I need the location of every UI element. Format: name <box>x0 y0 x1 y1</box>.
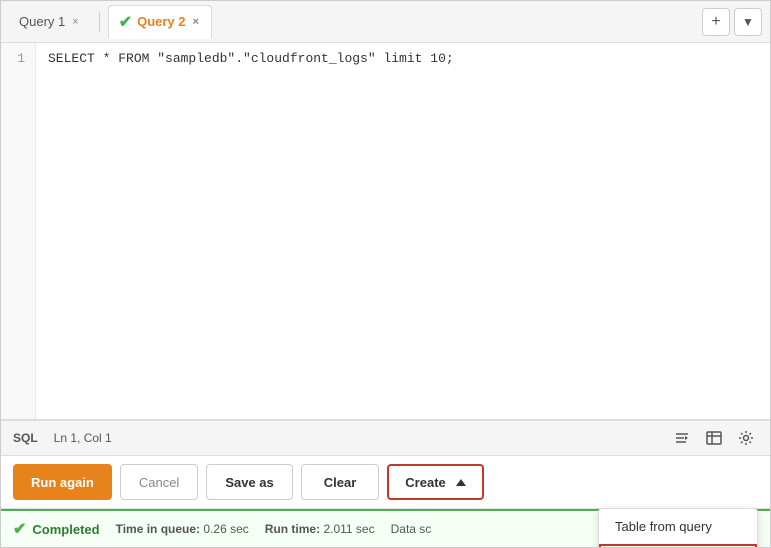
cancel-button[interactable]: Cancel <box>120 464 198 500</box>
status-bar: SQL Ln 1, Col 1 <box>1 420 770 456</box>
create-label: Create <box>405 475 445 490</box>
queue-value: 0.26 sec <box>203 522 248 536</box>
clear-button[interactable]: Clear <box>301 464 380 500</box>
editor-area: 1 SELECT * FROM "sampledb"."cloudfront_l… <box>1 43 770 547</box>
format-icon[interactable] <box>670 426 694 450</box>
create-button[interactable]: Create <box>387 464 483 500</box>
tab-separator <box>99 12 100 32</box>
status-sql-label: SQL <box>13 431 38 445</box>
create-dropdown: Table from query View from query <box>598 508 758 547</box>
tab-dropdown-button[interactable]: ▼ <box>734 8 762 36</box>
tab-bar: Query 1 × ✔ Query 2 × + ▼ <box>1 1 770 43</box>
line-numbers: 1 <box>1 43 36 419</box>
save-as-button[interactable]: Save as <box>206 464 292 500</box>
tab-query2-label: Query 2 <box>137 14 185 29</box>
tab-query2-close[interactable]: × <box>191 16 201 28</box>
dropdown-item-view[interactable]: View from query <box>599 544 757 547</box>
code-editor[interactable]: 1 SELECT * FROM "sampledb"."cloudfront_l… <box>1 43 770 420</box>
result-meta: Time in queue: 0.26 sec Run time: 2.011 … <box>116 522 432 536</box>
tab-add-button[interactable]: + <box>702 8 730 36</box>
result-status: ✔ Completed <box>13 519 100 539</box>
queue-label-text: Time in queue: <box>116 522 200 536</box>
tab-query2-check-icon: ✔ <box>119 12 132 32</box>
line-number-1: 1 <box>17 51 25 66</box>
main-container: Query 1 × ✔ Query 2 × + ▼ 1 SELECT * FRO… <box>0 0 771 548</box>
tab-query1-close[interactable]: × <box>70 16 80 28</box>
tab-query1-label: Query 1 <box>19 14 65 29</box>
result-status-label: Completed <box>32 522 99 537</box>
create-arrow-icon <box>456 479 466 486</box>
tab-query2[interactable]: ✔ Query 2 × <box>108 5 212 39</box>
status-position: Ln 1, Col 1 <box>54 431 112 445</box>
dropdown-item-table[interactable]: Table from query <box>599 509 757 544</box>
data-label: Data sc <box>391 522 432 536</box>
status-icons <box>670 426 758 450</box>
table-icon[interactable] <box>702 426 726 450</box>
runtime-label-text: Run time: <box>265 522 320 536</box>
tab-actions: + ▼ <box>702 8 762 36</box>
run-again-button[interactable]: Run again <box>13 464 112 500</box>
tab-query1[interactable]: Query 1 × <box>9 5 91 39</box>
settings-icon[interactable] <box>734 426 758 450</box>
result-check-icon: ✔ <box>13 519 26 539</box>
runtime-label: Run time: 2.011 sec <box>265 522 375 536</box>
code-content[interactable]: SELECT * FROM "sampledb"."cloudfront_log… <box>36 43 770 419</box>
queue-label: Time in queue: 0.26 sec <box>116 522 249 536</box>
runtime-value: 2.011 sec <box>323 522 374 536</box>
toolbar: Run again Cancel Save as Clear Create Ta… <box>1 456 770 509</box>
